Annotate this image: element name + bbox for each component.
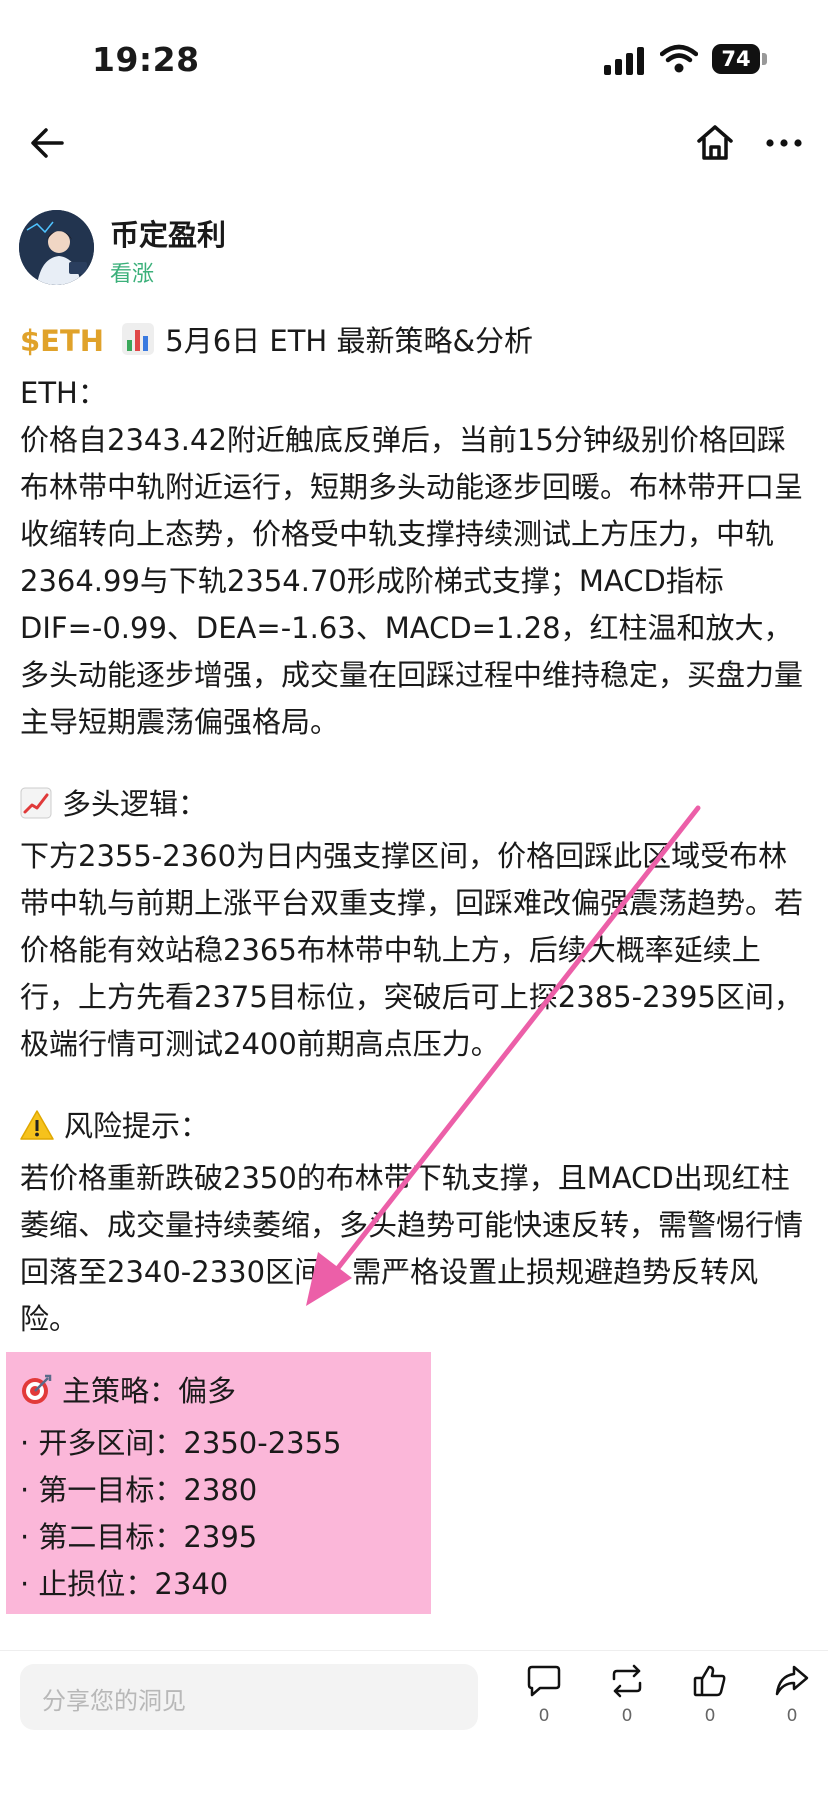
home-icon[interactable] bbox=[693, 121, 737, 165]
bottom-divider bbox=[0, 1650, 828, 1651]
strategy-target-2: · 第二目标：2395 bbox=[20, 1520, 258, 1554]
post-title: 5月6日 ETH 最新策略&分析 bbox=[165, 324, 534, 358]
warning-icon bbox=[20, 1108, 54, 1155]
bull-heading: 多头逻辑： bbox=[62, 787, 208, 821]
comment-input[interactable]: 分享您的洞见 bbox=[20, 1664, 478, 1730]
author-name[interactable]: 币定盈利 bbox=[110, 212, 226, 254]
share-count: 0 bbox=[786, 1706, 798, 1726]
avatar[interactable] bbox=[19, 210, 94, 285]
like-count: 0 bbox=[704, 1706, 716, 1726]
strategy-list: 主策略：偏多 · 开多区间：2350-2355 · 第一目标：2380 · 第二… bbox=[20, 1368, 342, 1608]
strategy-stop-loss: · 止损位：2340 bbox=[20, 1567, 229, 1601]
comment-button[interactable]: 0 bbox=[514, 1664, 574, 1726]
repost-count: 0 bbox=[621, 1706, 633, 1726]
sentiment-tag: 看涨 bbox=[110, 262, 155, 287]
repost-button[interactable]: 0 bbox=[597, 1664, 657, 1726]
comment-placeholder: 分享您的洞见 bbox=[42, 1687, 186, 1715]
strategy-heading: 主策略：偏多 bbox=[62, 1374, 237, 1408]
bull-heading-line: 多头逻辑： bbox=[20, 781, 810, 833]
risk-paragraph: 若价格重新跌破2350的布林带下轨支撑，且MACD出现红柱萎缩、成交量持续萎缩，… bbox=[20, 1161, 804, 1336]
comment-count: 0 bbox=[538, 1706, 550, 1726]
comment-icon bbox=[527, 1665, 561, 1697]
wifi-icon bbox=[659, 44, 699, 74]
repost-icon bbox=[612, 1664, 642, 1698]
eth-label: ETH： bbox=[20, 376, 107, 410]
share-button[interactable]: 0 bbox=[762, 1664, 822, 1726]
risk-heading-line: 风险提示： bbox=[20, 1103, 810, 1155]
bull-paragraph: 下方2355-2360为日内强支撑区间，价格回踩此区域受布林带中轨与前期上涨平台… bbox=[20, 839, 804, 1061]
target-icon bbox=[20, 1373, 52, 1420]
analysis-paragraph: 价格自2343.42附近触底反弹后，当前15分钟级别价格回踩布林带中轨附近运行，… bbox=[20, 423, 804, 739]
cellular-signal-icon bbox=[604, 47, 648, 75]
risk-heading: 风险提示： bbox=[64, 1109, 210, 1143]
post-title-line: $ETH 5月6日 ETH 最新策略&分析 bbox=[20, 318, 810, 370]
like-button[interactable]: 0 bbox=[680, 1664, 740, 1726]
chart-increasing-icon bbox=[20, 786, 52, 833]
status-time: 19:28 bbox=[92, 40, 200, 79]
strategy-target-1: · 第一目标：2380 bbox=[20, 1473, 258, 1507]
more-options-icon[interactable] bbox=[762, 121, 806, 165]
back-arrow-icon[interactable] bbox=[26, 121, 70, 165]
battery-icon: 74 bbox=[712, 44, 772, 76]
ticker-link[interactable]: $ETH bbox=[20, 324, 104, 358]
thumbs-up-icon bbox=[693, 1665, 726, 1697]
share-icon bbox=[775, 1665, 809, 1696]
battery-level: 74 bbox=[712, 44, 760, 74]
post-body: $ETH 5月6日 ETH 最新策略&分析 ETH： 价格自2343.42附近触… bbox=[20, 318, 810, 1343]
bar-chart-icon bbox=[121, 322, 155, 370]
strategy-heading-line: 主策略：偏多 bbox=[20, 1368, 342, 1420]
strategy-entry-range: · 开多区间：2350-2355 bbox=[20, 1426, 342, 1460]
